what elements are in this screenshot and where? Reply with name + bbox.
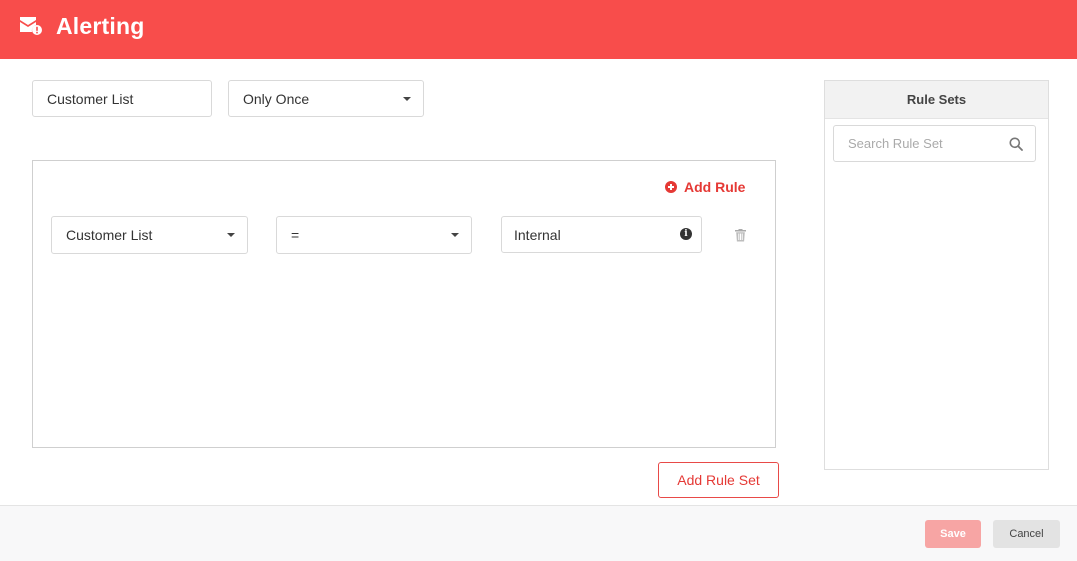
rule-sets-panel: Rule Sets xyxy=(824,80,1049,470)
add-rule-label: Add Rule xyxy=(684,179,746,195)
rule-value-input[interactable]: Internal i xyxy=(501,216,702,253)
cancel-button[interactable]: Cancel xyxy=(993,520,1060,548)
footer-bar xyxy=(0,505,1077,561)
frequency-select[interactable]: Only Once xyxy=(228,80,424,117)
plus-circle-icon xyxy=(665,181,677,193)
add-rule-set-button[interactable]: Add Rule Set xyxy=(658,462,779,498)
rule-set-search-input[interactable] xyxy=(834,126,994,161)
chevron-down-icon xyxy=(451,233,459,237)
rule-field-select[interactable]: Customer List xyxy=(51,216,248,254)
alert-name-input[interactable]: Customer List xyxy=(32,80,212,117)
rule-field-value: Customer List xyxy=(66,227,153,243)
frequency-selected-value: Only Once xyxy=(243,90,310,107)
rule-value-text: Internal xyxy=(514,226,561,243)
rules-container xyxy=(32,160,776,448)
mail-alert-icon xyxy=(20,17,42,35)
rule-set-search xyxy=(833,125,1036,162)
rule-sets-title: Rule Sets xyxy=(825,81,1048,119)
alert-name-value: Customer List xyxy=(47,90,134,107)
page-title: Alerting xyxy=(56,13,145,39)
trash-icon[interactable] xyxy=(735,229,746,242)
app-header: Alerting xyxy=(0,0,1077,59)
info-icon[interactable]: i xyxy=(680,228,692,240)
chevron-down-icon xyxy=(403,96,411,101)
rule-operator-select[interactable]: = xyxy=(276,216,472,254)
chevron-down-icon xyxy=(227,233,235,237)
search-icon[interactable] xyxy=(1009,137,1023,151)
add-rule-button[interactable]: Add Rule xyxy=(665,179,745,195)
save-button[interactable]: Save xyxy=(925,520,981,548)
rule-operator-value: = xyxy=(291,227,300,243)
